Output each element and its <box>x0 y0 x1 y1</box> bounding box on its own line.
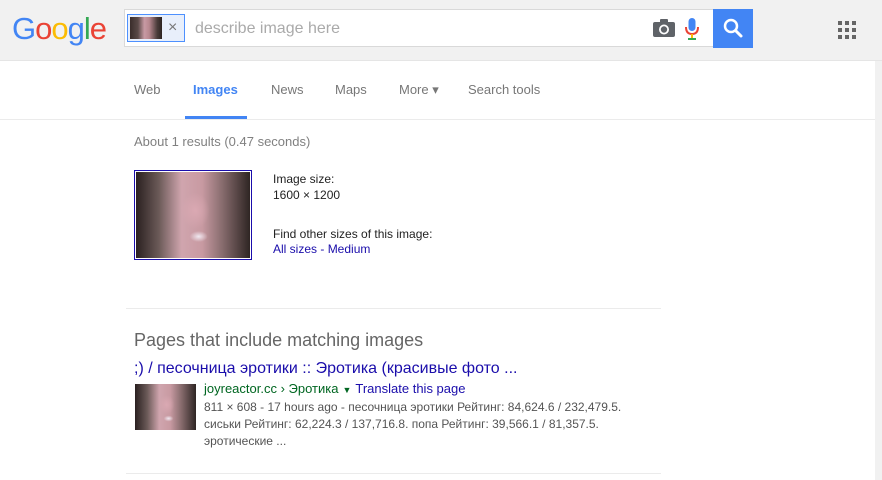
find-other-sizes-label: Find other sizes of this image: <box>273 227 433 241</box>
apps-grid-icon[interactable] <box>838 21 856 39</box>
top-bar: Google × <box>0 0 882 61</box>
search-icon <box>723 18 743 38</box>
logo-letter: G <box>12 11 36 46</box>
logo-letter: g <box>67 11 85 46</box>
translate-page-link[interactable]: Translate this page <box>355 381 465 396</box>
query-image-thumbnail <box>130 17 162 39</box>
section-divider <box>126 308 661 309</box>
search-input[interactable] <box>193 14 647 44</box>
result-thumbnail[interactable] <box>135 384 196 430</box>
logo-letter: o <box>35 11 52 46</box>
search-box: × <box>124 9 713 47</box>
tab-search-tools[interactable]: Search tools <box>468 82 540 97</box>
result-image <box>135 384 196 430</box>
size-links: All sizes - Medium <box>273 242 370 256</box>
result-url: joyreactor.cc › Эротика <box>204 381 339 396</box>
all-sizes-link[interactable]: All sizes <box>273 242 317 256</box>
camera-icon[interactable] <box>652 18 676 38</box>
result-url-line: joyreactor.cc › Эротика ▼ Translate this p… <box>204 381 465 396</box>
active-tab-indicator <box>185 116 247 119</box>
matching-pages-heading: Pages that include matching images <box>134 330 424 350</box>
image-size-value: 1600 × 1200 <box>273 188 341 202</box>
tab-images[interactable]: Images <box>193 82 238 97</box>
query-image <box>136 172 250 258</box>
result-title-link[interactable]: ;) / песочница эротики :: Эротика (краси… <box>134 360 517 378</box>
tab-maps[interactable]: Maps <box>335 82 367 97</box>
remove-image-button[interactable]: × <box>168 17 177 39</box>
result-stats: About 1 results (0.47 seconds) <box>134 134 311 149</box>
search-button[interactable] <box>713 9 753 48</box>
search-nav-tabs: Web Images News Maps More ▾ Search tools <box>0 61 882 120</box>
result-snippet: 811 × 608 - 17 hours ago - песочница эро… <box>204 400 622 448</box>
medium-size-link[interactable]: Medium <box>328 242 371 256</box>
logo-letter: e <box>89 11 107 46</box>
tab-news[interactable]: News <box>271 82 304 97</box>
query-image-chip[interactable]: × <box>127 14 185 42</box>
scrollbar-track[interactable] <box>875 61 882 480</box>
section-divider <box>126 473 661 474</box>
url-dropdown-arrow-icon[interactable]: ▼ <box>342 385 351 395</box>
query-image-preview[interactable] <box>134 170 252 260</box>
tab-more[interactable]: More ▾ <box>399 82 439 98</box>
tab-web[interactable]: Web <box>134 82 161 97</box>
size-link-separator: - <box>317 242 328 256</box>
image-size-label: Image size: <box>273 172 335 186</box>
mic-icon[interactable] <box>683 17 701 41</box>
logo-letter: o <box>51 11 68 46</box>
google-logo[interactable]: Google <box>12 9 107 49</box>
